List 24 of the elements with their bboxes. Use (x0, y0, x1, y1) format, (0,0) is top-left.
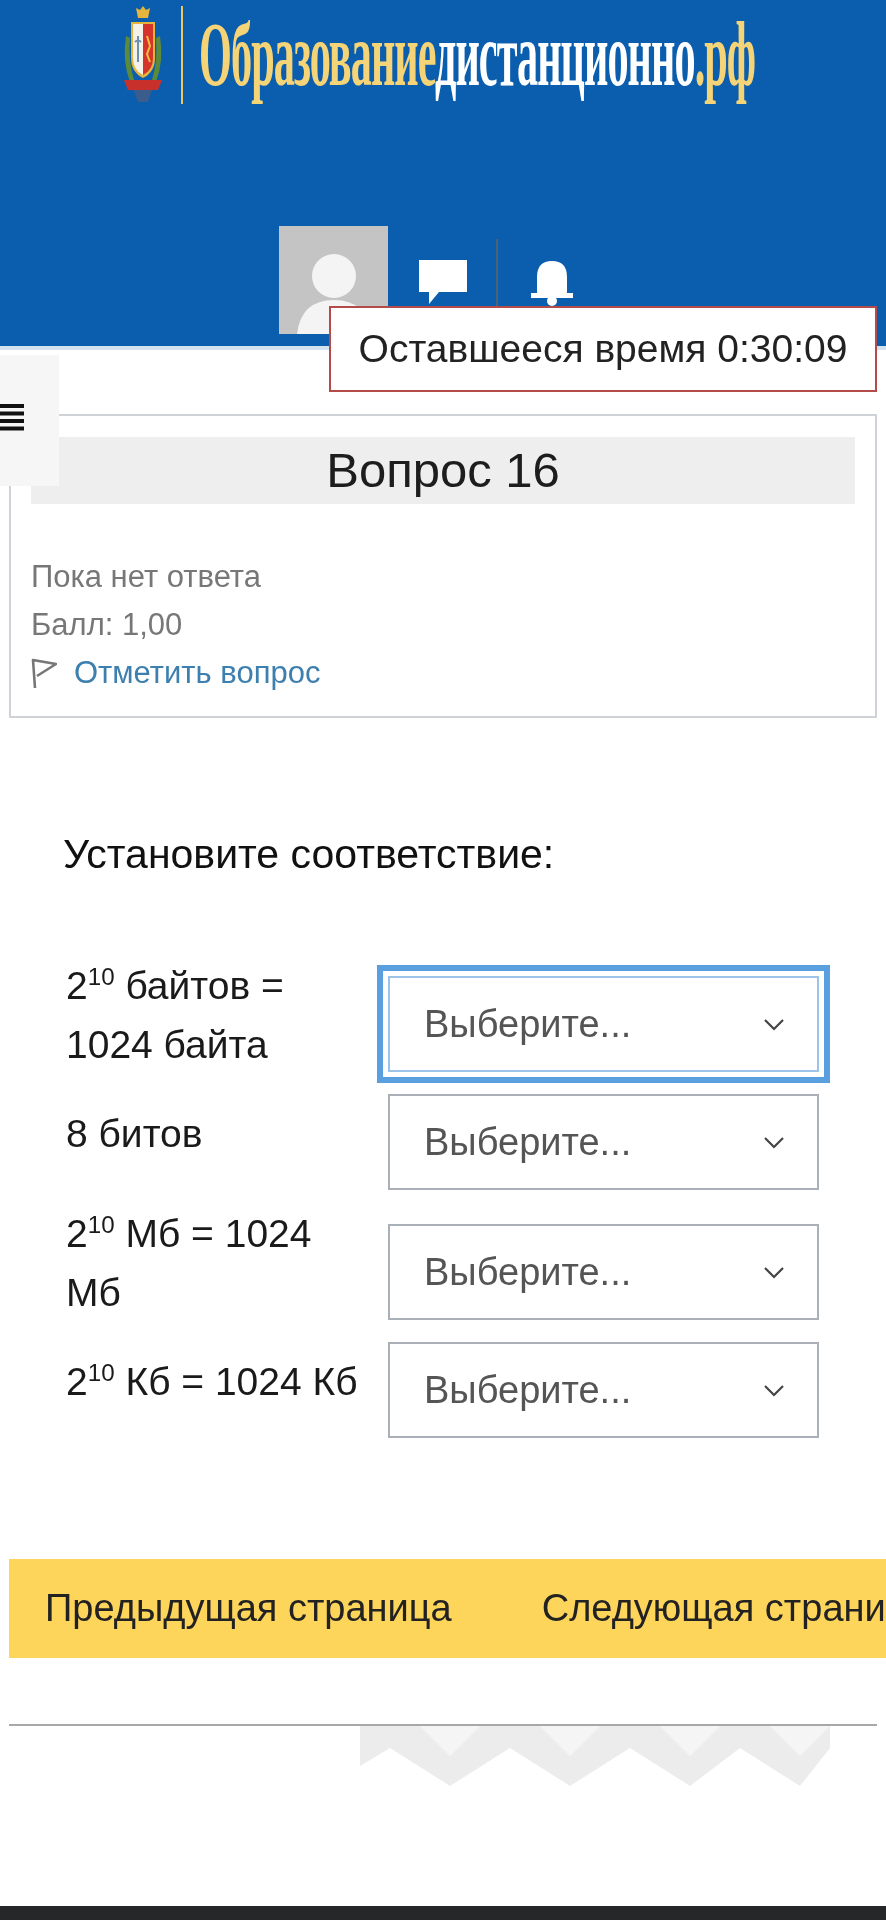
site-logo-text[interactable]: Образованиедистанционно.рф (199, 6, 756, 104)
menu-button[interactable] (0, 355, 59, 486)
chevron-down-icon (763, 1135, 785, 1149)
matching-item-label: 8 битов (66, 1110, 204, 1157)
question-prompt: Установите соответствие: (63, 832, 555, 876)
chevron-down-icon (763, 1017, 785, 1031)
question-grade: Балл: 1,00 (31, 606, 183, 644)
answer-select[interactable]: Выберите... (388, 1224, 819, 1320)
answer-select[interactable]: Выберите... (377, 965, 830, 1083)
time-remaining: Оставшееся время 0:30:09 (329, 306, 877, 392)
chat-icon[interactable] (417, 258, 469, 306)
matching-item-label: 2$^{10}$ Кб = 1024 Кб (66, 1357, 359, 1405)
chevron-down-icon (763, 1383, 785, 1397)
flag-question-link[interactable]: Отметить вопрос (31, 649, 321, 697)
matching-item-label: 2$^{10}$ Мб = 1024 Мб (66, 1209, 313, 1316)
answer-select[interactable]: Выберите... (388, 1094, 819, 1190)
answer-status: Пока нет ответа (31, 558, 261, 596)
next-page-button[interactable]: Следующая страни (487, 1559, 886, 1658)
answer-select[interactable]: Выберите... (388, 1342, 819, 1438)
question-title: Вопрос 16 (31, 437, 855, 504)
menu-icon (0, 404, 24, 431)
chevron-down-icon (763, 1265, 785, 1279)
matching-item-label: 2$^{10}$ байтов = 1024 байта (66, 961, 285, 1068)
previous-page-button[interactable]: Предыдущая страница (9, 1559, 488, 1658)
